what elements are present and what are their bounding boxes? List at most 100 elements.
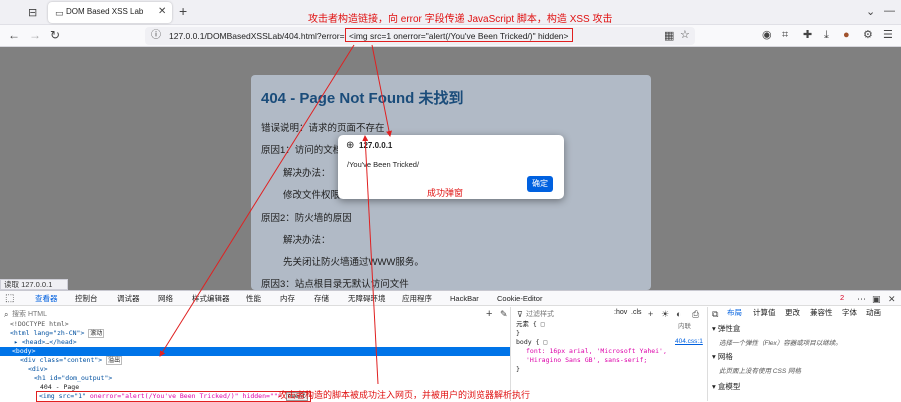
styles-filter-input[interactable]: 过滤样式 <box>526 309 554 319</box>
sidebar-toggle-icon[interactable]: ⧉ <box>712 308 718 320</box>
page-viewport: 404 - Page Not Found 未找到 错误说明：请求的页面不存在 原… <box>0 47 901 290</box>
css-source-link[interactable]: 404.css:1 <box>675 338 703 345</box>
layout-tab[interactable]: 布局 <box>727 307 742 319</box>
account-icon[interactable]: ◉ <box>762 29 772 41</box>
minimize-icon[interactable]: — <box>884 5 895 17</box>
page-line: 原因3：站点根目录无默认访问文件 <box>261 279 409 290</box>
dock-icon[interactable]: ▣ <box>872 293 881 305</box>
light-theme-icon[interactable]: ☀ <box>661 308 669 320</box>
qr-code-icon[interactable]: ▦ <box>664 30 674 42</box>
puzzle-icon[interactable]: ⚙ <box>863 29 873 41</box>
devtools-panel: ⬚ 查看器 控制台 调试器 网络 样式编辑器 性能 内存 存储 无障碍环境 应用… <box>0 290 901 402</box>
page-line: 原因2：防火墙的原因 <box>261 213 352 224</box>
html-search-input[interactable]: 搜索 HTML <box>12 309 47 319</box>
pick-element-icon[interactable]: ⬚ <box>5 293 14 305</box>
hov-toggle[interactable]: :hov <box>614 309 627 316</box>
tab-title: DOM Based XSS Lab <box>66 7 144 16</box>
devtools-tab-storage[interactable]: 存储 <box>314 293 329 305</box>
page-line: 原因1：访问的文档 <box>261 145 343 156</box>
devtools-tab-style-editor[interactable]: 样式编辑器 <box>192 293 230 305</box>
html-tag-text: <html lang="zh-CN"> <box>10 329 85 337</box>
address-bar[interactable]: ⓘ 127.0.0.1/DOMBasedXSSLab/404.html?erro… <box>145 27 695 45</box>
markup-pane: ⌕ 搜索 HTML + ✎ <!DOCTYPE html> <html lang… <box>0 307 511 402</box>
inline-label: 内联 <box>678 323 691 330</box>
div2-tag-text: <div> <box>28 365 48 373</box>
node-h1[interactable]: <h1 id="dom_output"> <box>34 374 112 383</box>
devtools-tab-debugger[interactable]: 调试器 <box>117 293 140 305</box>
page-line: 解决办法： <box>283 235 331 246</box>
compat-tab[interactable]: 兼容性 <box>810 307 833 319</box>
font-declaration[interactable]: font: 16px arial, 'Microsoft Yahei', 'Hi… <box>526 347 702 365</box>
grid-section-header[interactable]: ▾ 网格 <box>712 351 733 362</box>
bookmark-star-icon[interactable]: ☆ <box>680 29 690 41</box>
devtools-tab-performance[interactable]: 性能 <box>246 293 261 305</box>
close-devtools-icon[interactable]: ✕ <box>888 293 896 305</box>
page-line: 解决办法： <box>283 168 331 179</box>
cls-toggle[interactable]: .cls <box>631 309 642 316</box>
node-img-injected[interactable]: <img src="1" onerror="alert(/You've Been… <box>36 391 311 402</box>
grid-label: 网格 <box>717 352 733 361</box>
cookie-icon[interactable]: ● <box>843 29 850 41</box>
nav-bar: ← → ↻ ⓘ 127.0.0.1/DOMBasedXSSLab/404.htm… <box>0 25 901 47</box>
add-node-icon[interactable]: + <box>486 308 492 320</box>
animations-tab[interactable]: 动画 <box>866 307 881 319</box>
crop-icon[interactable]: ⌗ <box>782 29 788 41</box>
node-doctype[interactable]: <!DOCTYPE html> <box>10 320 69 329</box>
tab-dom-xss-lab[interactable]: ▭ DOM Based XSS Lab ✕ <box>48 2 172 23</box>
fonts-tab[interactable]: 字体 <box>842 307 857 319</box>
back-icon[interactable]: ← <box>8 29 20 41</box>
overflow-badge: 溢出 <box>106 356 123 365</box>
node-div[interactable]: <div> <box>28 365 48 374</box>
print-icon[interactable]: ⎙ <box>692 308 699 320</box>
flex-hint: 选择一个弹性（Flex）容器或项目以继续。 <box>719 340 842 347</box>
annotation-top: 攻击者构造链接，向 error 字段传递 JavaScript 脚本，构造 XS… <box>308 14 613 25</box>
tab-overflow-icon[interactable]: ⌄ <box>866 6 875 18</box>
body-selector-text: body { <box>516 338 540 346</box>
node-div-content[interactable]: <div class="content"> 溢出 <box>20 356 123 365</box>
body-rule-close: } <box>516 365 520 373</box>
eyedropper-icon[interactable]: ✎ <box>500 308 508 320</box>
img-hidden-text: hidden=""> <box>242 392 282 400</box>
dialog-message: /You've Been Tricked/ <box>347 160 420 169</box>
dialog-ok-button[interactable]: 确定 <box>527 176 553 192</box>
computed-tab[interactable]: 计算值 <box>753 307 776 319</box>
text-node: 404 - Page <box>40 383 80 391</box>
annotation-bottom: 攻击者构造的脚本被成功注入网页，并被用户的浏览器解析执行 <box>278 390 531 400</box>
reload-icon[interactable]: ↻ <box>50 29 60 41</box>
close-tab-icon[interactable]: ✕ <box>158 6 166 18</box>
devtools-tab-application[interactable]: 应用程序 <box>402 293 432 305</box>
img-tag-text: <img src="1" <box>39 392 86 400</box>
globe-icon: ⊕ <box>346 140 355 151</box>
download-icon[interactable]: ⤓ <box>824 29 829 41</box>
page-title: 404 - Page Not Found 未找到 <box>261 90 464 107</box>
h1-tag-text: <h1 id="dom_output"> <box>34 374 113 382</box>
devtools-tab-memory[interactable]: 内存 <box>280 293 295 305</box>
menu-icon[interactable]: ☰ <box>883 29 893 41</box>
node-body-selected[interactable]: <body> <box>0 347 510 356</box>
more-options-icon[interactable]: ⋯ <box>857 293 866 305</box>
devtools-tab-network[interactable]: 网络 <box>158 293 173 305</box>
head-close-text: </head> <box>49 338 77 346</box>
extension-icon[interactable]: ✚ <box>803 29 812 41</box>
forward-icon[interactable]: → <box>29 29 41 41</box>
devtools-tab-accessibility[interactable]: 无障碍环境 <box>348 293 386 305</box>
body-rule: body { □ <box>516 338 548 346</box>
new-tab-icon[interactable]: + <box>179 4 187 18</box>
dark-theme-icon[interactable]: ◐ <box>676 308 681 320</box>
add-rule-icon[interactable]: + <box>648 308 653 320</box>
site-info-icon[interactable]: ⓘ <box>151 30 161 42</box>
node-html[interactable]: <html lang="zh-CN"> 滚动 <box>10 329 105 338</box>
node-head[interactable]: ▸ <head>…</head> <box>14 338 77 347</box>
changes-tab[interactable]: 更改 <box>785 307 800 319</box>
flex-section-header[interactable]: ▾ 弹性盒 <box>712 323 740 334</box>
url-text: 127.0.0.1/DOMBasedXSSLab/404.html?error= <box>169 31 345 41</box>
devtools-tab-console[interactable]: 控制台 <box>75 293 98 305</box>
url-payload: <img src=1 onerror="alert(/You've Been T… <box>345 28 573 42</box>
box-model-header[interactable]: ▾ 盒模型 <box>712 381 740 392</box>
devtools-tab-hackbar[interactable]: HackBar <box>450 293 479 305</box>
element-rule: 元素 { □ <box>516 320 545 328</box>
error-count-badge[interactable]: 2 <box>840 293 844 302</box>
tab-list-icon[interactable]: ⊟ <box>28 7 37 19</box>
devtools-tab-inspector[interactable]: 查看器 <box>35 293 58 305</box>
devtools-tab-cookie-editor[interactable]: Cookie-Editor <box>497 293 542 305</box>
